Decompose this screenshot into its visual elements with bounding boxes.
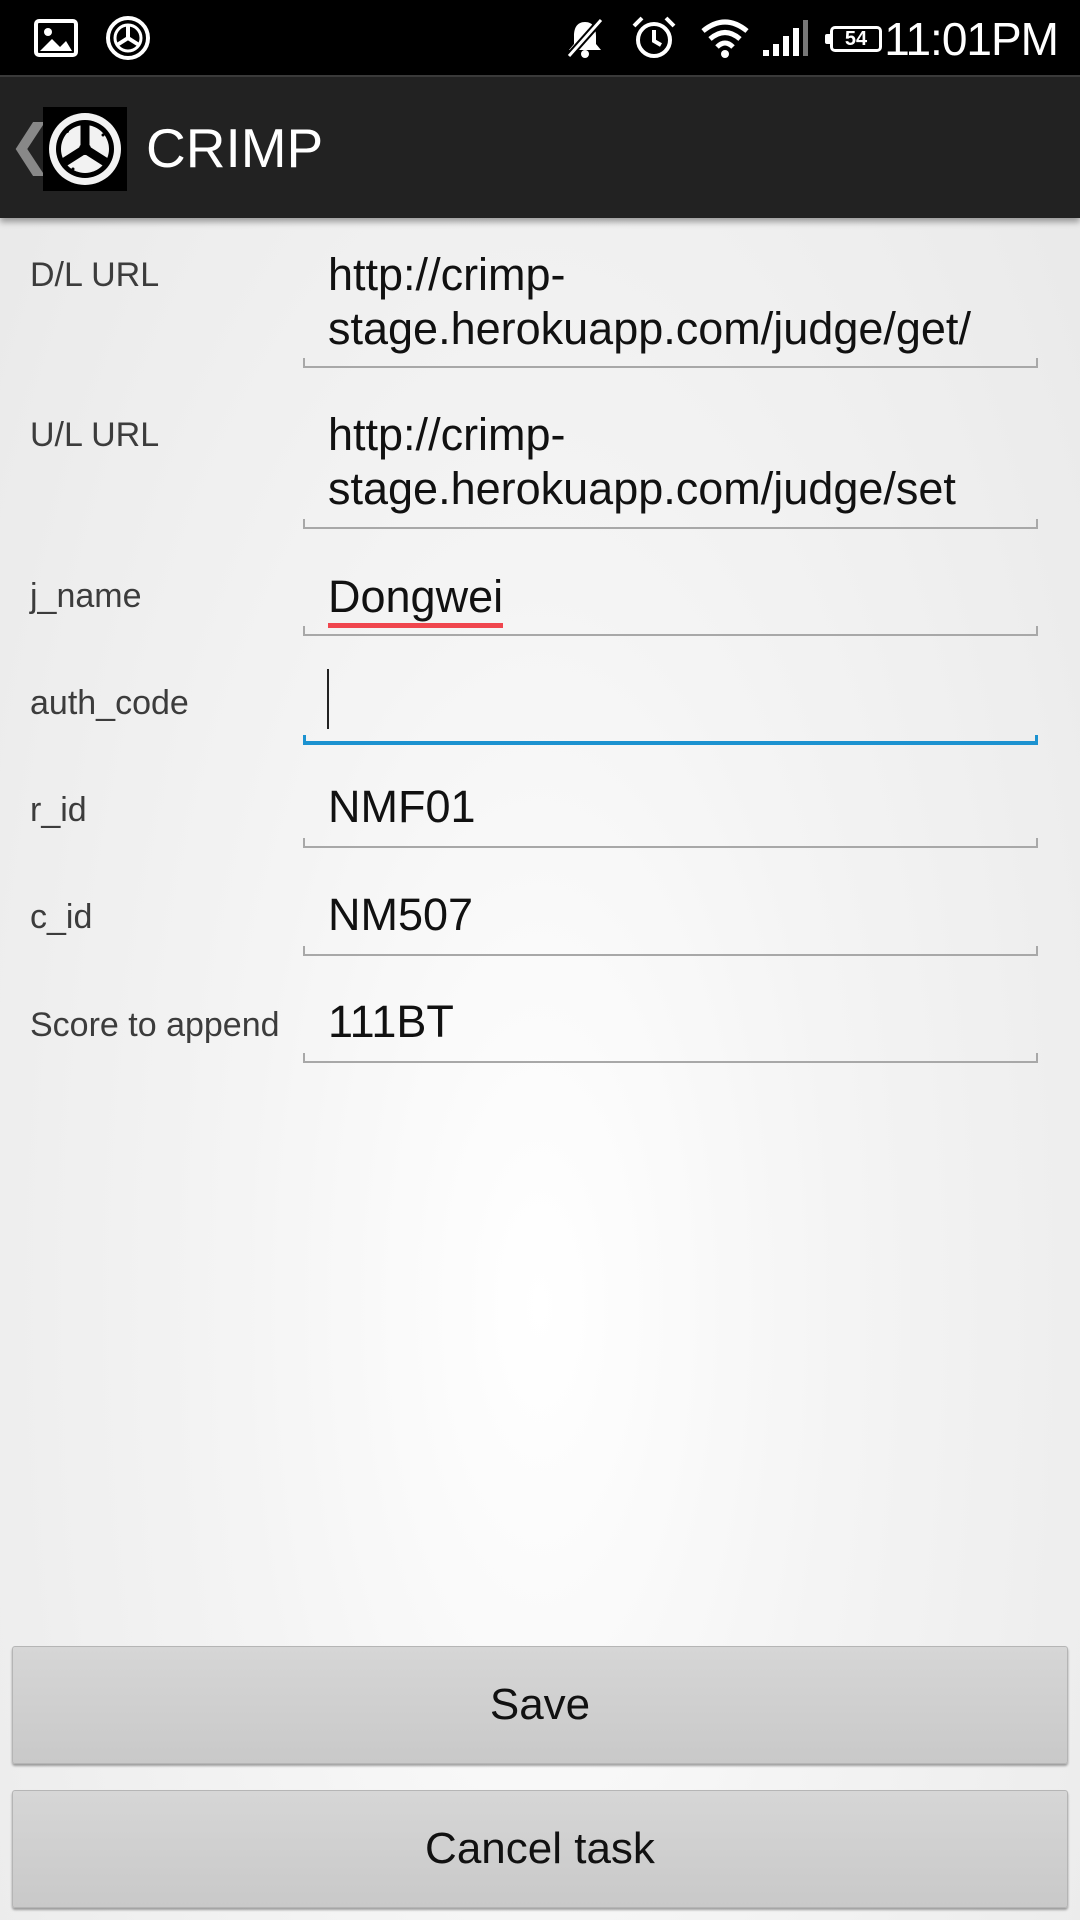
gallery-icon xyxy=(32,0,80,75)
status-bar: 54 11:01PM xyxy=(0,0,1080,75)
r-id-underline xyxy=(303,838,1038,848)
status-clock: 11:01PM xyxy=(884,13,1059,65)
j-name-field[interactable]: Dongwei xyxy=(303,560,1038,636)
auth-code-underline xyxy=(303,735,1038,745)
app-title: CRIMP xyxy=(146,117,324,179)
dl-url-label: D/L URL xyxy=(30,256,160,294)
signal-icon xyxy=(760,0,810,75)
j-name-value: Dongwei xyxy=(328,570,1018,628)
crimp-logo-icon[interactable] xyxy=(43,107,127,191)
c-id-value: NM507 xyxy=(328,889,474,940)
action-bar: ❮ CRIMP xyxy=(0,75,1080,218)
j-name-label: j_name xyxy=(30,577,142,615)
dl-url-underline xyxy=(303,358,1038,368)
ul-url-field[interactable]: http://crimp- stage.herokuapp.com/judge/… xyxy=(303,400,1038,529)
alarm-icon xyxy=(628,0,680,75)
save-button[interactable]: Save xyxy=(12,1646,1068,1764)
dl-url-value: http://crimp- stage.herokuapp.com/judge/… xyxy=(328,249,971,354)
c-id-underline xyxy=(303,946,1038,956)
ul-url-underline xyxy=(303,519,1038,529)
r-id-field[interactable]: NMF01 xyxy=(303,772,1038,848)
score-underline xyxy=(303,1053,1038,1063)
cancel-task-button[interactable]: Cancel task xyxy=(12,1790,1068,1908)
ul-url-value: http://crimp- stage.herokuapp.com/judge/… xyxy=(328,409,956,514)
crimp-notification-icon xyxy=(104,0,152,75)
score-value: 111BT xyxy=(328,996,454,1047)
c-id-field[interactable]: NM507 xyxy=(303,880,1038,956)
battery-icon: 54 xyxy=(825,26,882,52)
c-id-label: c_id xyxy=(30,898,93,936)
ul-url-label: U/L URL xyxy=(30,416,160,454)
wifi-icon xyxy=(698,0,752,75)
auth-code-field[interactable] xyxy=(303,665,1038,745)
text-cursor xyxy=(327,669,329,729)
r-id-label: r_id xyxy=(30,791,87,829)
j-name-underline xyxy=(303,626,1038,636)
dl-url-field[interactable]: http://crimp- stage.herokuapp.com/judge/… xyxy=(303,240,1038,368)
auth-code-label: auth_code xyxy=(30,684,189,722)
mute-icon xyxy=(560,0,610,75)
score-label: Score to append xyxy=(30,1006,280,1044)
r-id-value: NMF01 xyxy=(328,781,476,832)
score-field[interactable]: 111BT xyxy=(303,987,1038,1063)
